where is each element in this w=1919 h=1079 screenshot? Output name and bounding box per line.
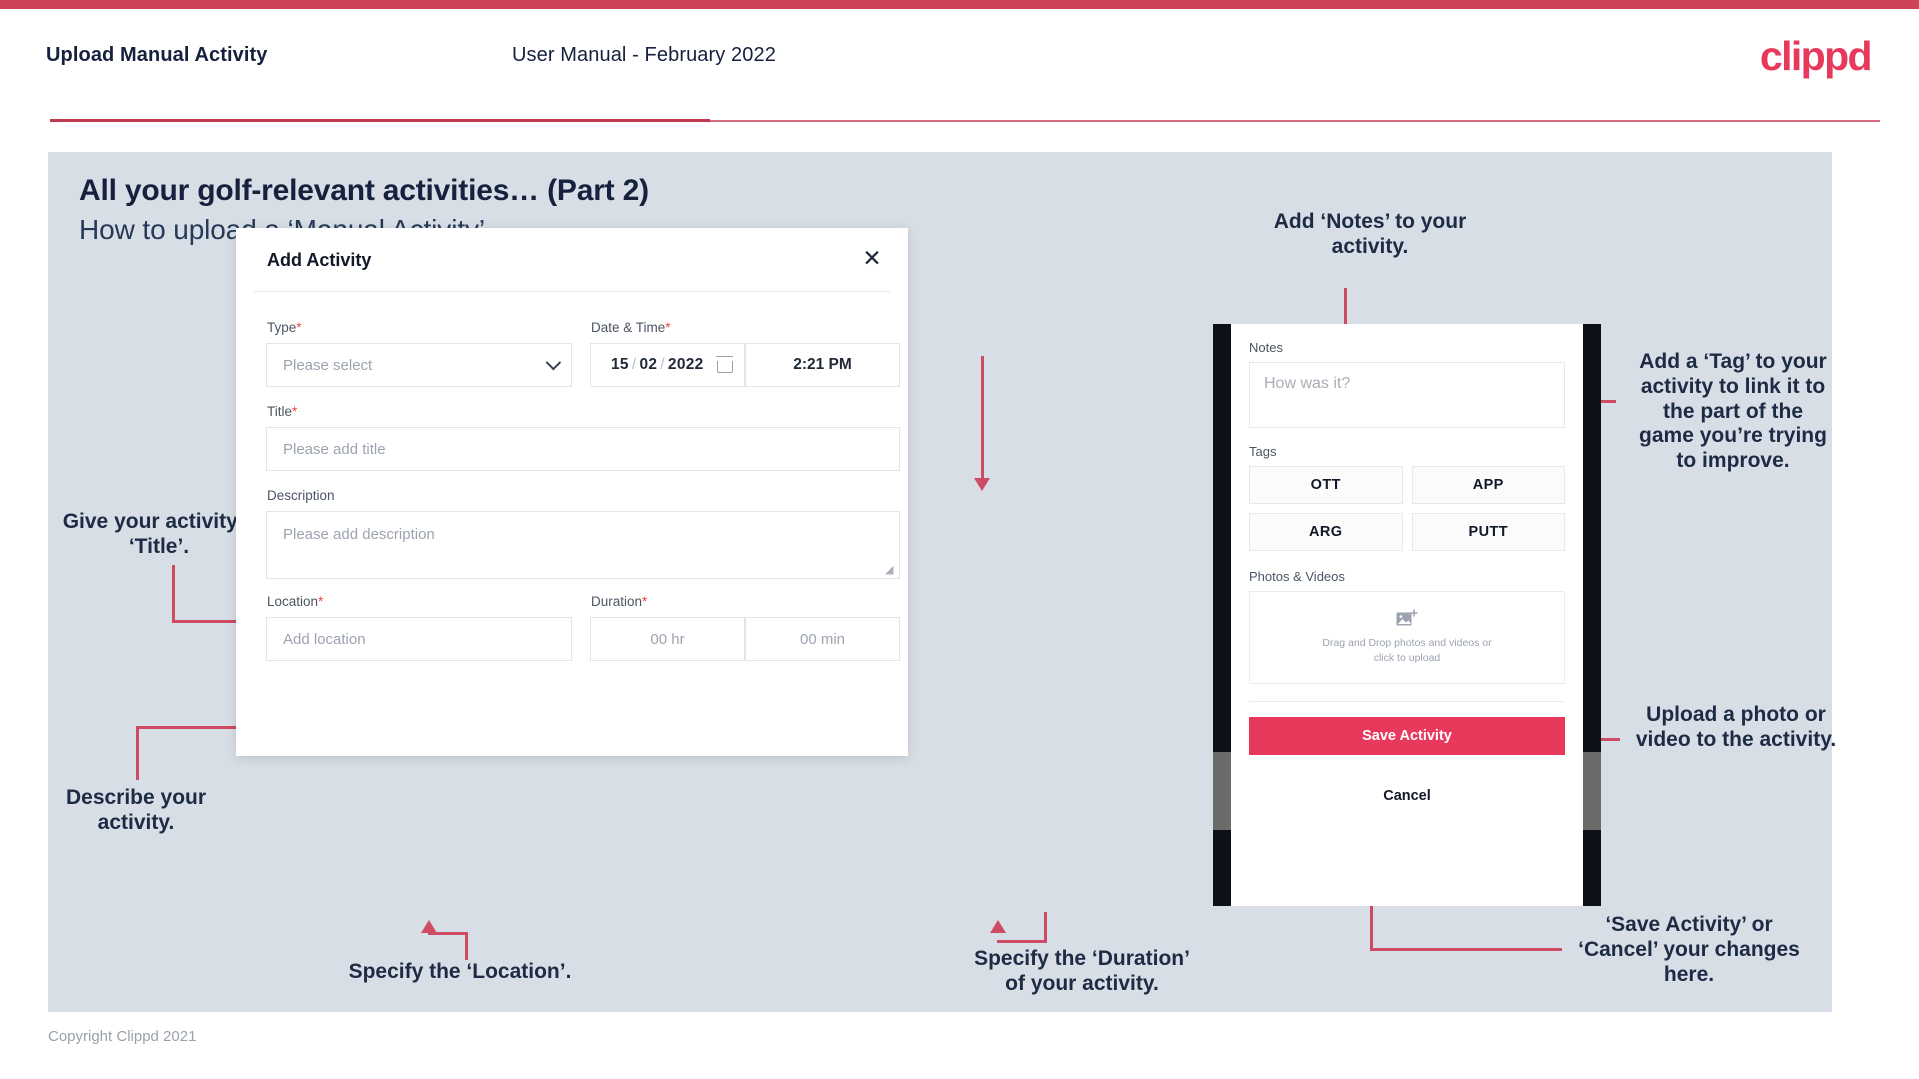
type-label: Type* [267, 320, 302, 335]
datetime-label: Date & Time* [591, 320, 671, 335]
date-value: 15/02/2022 [591, 356, 704, 374]
annotation-tags: Add a ‘Tag’ to your activity to link it … [1639, 350, 1827, 473]
location-label: Location* [267, 594, 323, 609]
title-label: Title* [267, 404, 297, 419]
description-label: Description [267, 488, 335, 503]
tags-grid: OTT APP ARG PUTT [1249, 466, 1565, 551]
tag-button-putt[interactable]: PUTT [1411, 513, 1565, 551]
arrow-title-seg1 [172, 565, 175, 623]
close-icon[interactable]: ✕ [858, 244, 886, 272]
slide-title: All your golf-relevant activities… (Part… [79, 174, 649, 207]
date-year: 2022 [667, 356, 704, 373]
page-subtitle: User Manual - February 2022 [512, 44, 776, 66]
phone-volume-button-left [1213, 752, 1231, 830]
arrow-datetime-head [974, 478, 990, 491]
location-label-text: Location [267, 594, 319, 609]
add-image-icon [1396, 609, 1418, 628]
dialog-divider [254, 291, 890, 292]
page-title: Upload Manual Activity [46, 44, 268, 66]
phone-divider [1249, 701, 1565, 702]
arrow-duration-seg2 [1044, 912, 1047, 942]
location-required: * [318, 594, 324, 609]
save-activity-button[interactable]: Save Activity [1249, 717, 1565, 755]
tag-button-arg[interactable]: ARG [1249, 513, 1403, 551]
notes-label: Notes [1249, 340, 1283, 355]
annotation-description: Describe your activity. [65, 786, 207, 834]
title-placeholder: Please add title [283, 440, 386, 458]
arrow-duration-seg1 [997, 940, 1047, 943]
phone-mockup: Notes How was it? Tags OTT APP ARG PUTT … [1213, 324, 1601, 906]
description-placeholder: Please add description [283, 526, 435, 543]
arrow-duration-head [990, 920, 1006, 933]
description-textarea[interactable]: Please add description ◢ [266, 511, 900, 579]
resize-grip-icon[interactable]: ◢ [885, 565, 896, 576]
duration-label-text: Duration [591, 594, 643, 609]
type-label-text: Type [267, 320, 297, 335]
title-required: * [292, 404, 298, 419]
dropzone-text: Drag and Drop photos and videos or click… [1322, 636, 1492, 664]
arrow-datetime-seg1 [981, 356, 984, 480]
clippd-logo: clippd [1759, 33, 1873, 79]
annotation-location: Specify the ‘Location’. [348, 960, 572, 983]
notes-placeholder: How was it? [1264, 375, 1351, 392]
datetime-label-text: Date & Time [591, 320, 666, 335]
annotation-duration: Specify the ‘Duration’ of your activity. [974, 947, 1190, 995]
time-input[interactable]: 2:21 PM [745, 343, 900, 387]
calendar-icon[interactable] [715, 356, 734, 373]
date-month: 02 [639, 356, 658, 373]
duration-minutes-input[interactable]: 00 min [745, 617, 900, 661]
title-label-text: Title [267, 404, 293, 419]
duration-required: * [642, 594, 648, 609]
arrow-location-head [421, 920, 437, 933]
top-accent-strip [0, 0, 1919, 9]
chevron-down-icon [545, 354, 562, 371]
notes-textarea[interactable]: How was it? [1249, 362, 1565, 428]
tag-button-app[interactable]: APP [1411, 466, 1565, 504]
dialog-title: Add Activity [267, 250, 372, 270]
annotation-photos: Upload a photo or video to the activity. [1635, 703, 1837, 751]
type-placeholder: Please select [283, 356, 373, 374]
header-divider [50, 119, 1880, 122]
cancel-button[interactable]: Cancel [1249, 779, 1565, 813]
phone-frame-right [1583, 324, 1601, 906]
arrow-save-seg1 [1370, 948, 1562, 951]
tag-button-ott[interactable]: OTT [1249, 466, 1403, 504]
location-placeholder: Add location [283, 630, 366, 648]
add-activity-dialog: Add Activity ✕ Type* Please select Date … [236, 228, 908, 756]
phone-frame-left [1213, 324, 1231, 906]
title-input[interactable]: Please add title [266, 427, 900, 471]
type-select[interactable]: Please select [266, 343, 572, 387]
tags-label: Tags [1249, 444, 1277, 459]
slide-page: Upload Manual Activity User Manual - Feb… [0, 0, 1919, 1079]
annotation-notes: Add ‘Notes’ to your activity. [1273, 210, 1467, 258]
footer-copyright: Copyright Clippd 2021 [48, 1028, 197, 1045]
duration-hours-input[interactable]: 00 hr [590, 617, 745, 661]
photo-dropzone[interactable]: Drag and Drop photos and videos or click… [1249, 591, 1565, 684]
date-input[interactable]: 15/02/2022 [590, 343, 745, 387]
phone-screen: Notes How was it? Tags OTT APP ARG PUTT … [1231, 324, 1583, 906]
date-day: 15 [611, 356, 629, 373]
arrow-desc-seg1 [136, 728, 139, 780]
duration-label: Duration* [591, 594, 647, 609]
date-sep-1: / [631, 356, 637, 373]
date-sep-2: / [660, 356, 665, 373]
phone-volume-button-right [1583, 752, 1601, 830]
datetime-required: * [665, 320, 671, 335]
type-required: * [296, 320, 302, 335]
annotation-save: ‘Save Activity’ or ‘Cancel’ your changes… [1578, 913, 1800, 986]
location-input[interactable]: Add location [266, 617, 572, 661]
arrow-location-seg2 [465, 932, 468, 960]
photos-label: Photos & Videos [1249, 569, 1345, 584]
